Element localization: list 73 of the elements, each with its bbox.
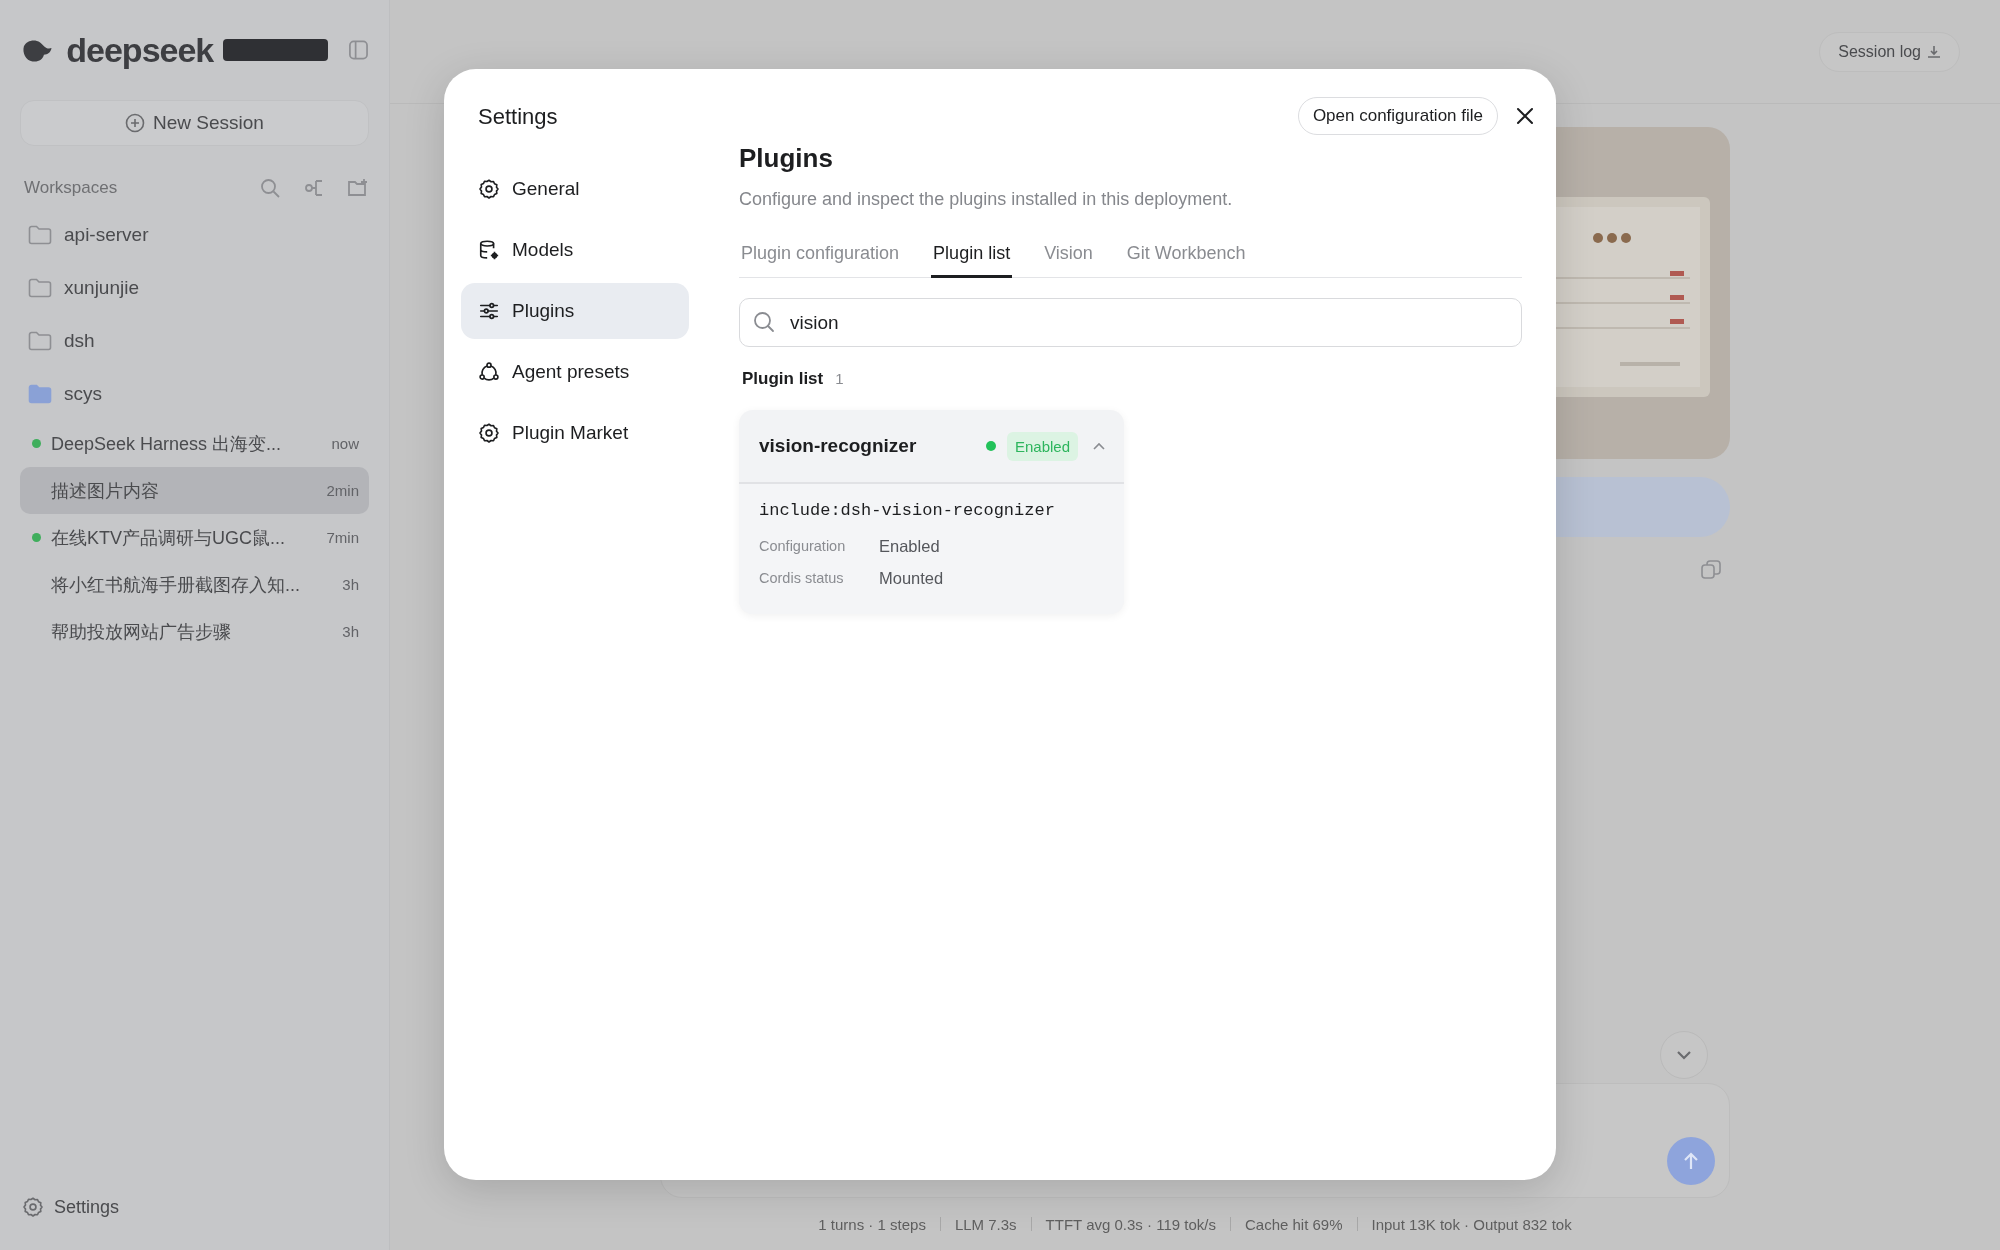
session-title: 将小红书航海手册截图存入知... xyxy=(51,573,301,597)
session-title: DeepSeek Harness 出海变... xyxy=(51,432,283,456)
detail-label: Cordis status xyxy=(759,570,845,586)
new-folder-icon[interactable] xyxy=(347,177,369,199)
session-title: 在线KTV产品调研与UGC鼠... xyxy=(51,526,286,550)
new-session-button[interactable]: New Session xyxy=(20,100,369,146)
list-count: 1 xyxy=(835,370,844,387)
status-text: 1 turns · 1 steps xyxy=(818,1215,926,1233)
nav-item[interactable]: General xyxy=(461,161,689,217)
gear-icon xyxy=(478,422,500,444)
status-badge: Enabled xyxy=(1006,431,1078,461)
session-item[interactable]: 帮助投放网站广告步骤 3h xyxy=(20,608,369,655)
section-title: Workspaces xyxy=(24,178,119,198)
detail-label: Configuration xyxy=(759,538,847,554)
chevron-down-icon xyxy=(1676,1050,1692,1060)
nav-item[interactable]: Models xyxy=(461,222,689,278)
scroll-down-button[interactable] xyxy=(1660,1031,1708,1079)
gear-icon xyxy=(478,178,500,200)
status-text: Input 13K tok · Output 832 tok xyxy=(1371,1215,1572,1233)
plus-icon xyxy=(125,113,146,133)
download-icon xyxy=(1927,44,1941,59)
session-time: 7min xyxy=(326,529,359,546)
tab[interactable]: Plugin configuration xyxy=(739,237,902,278)
session-log-button[interactable]: Session log xyxy=(1819,31,1960,72)
sliders-icon xyxy=(478,300,500,322)
nav-item[interactable]: Agent presets xyxy=(461,344,689,400)
session-item[interactable]: DeepSeek Harness 出海变... now xyxy=(20,420,369,467)
detail-value: Mounted xyxy=(879,568,944,588)
session-time: 3h xyxy=(342,623,359,640)
branch-icon[interactable] xyxy=(303,177,325,199)
settings-icon[interactable] xyxy=(22,1196,44,1218)
database-icon xyxy=(478,239,500,261)
workspace-name[interactable]: scys xyxy=(64,382,102,405)
session-item[interactable]: 将小红书航海手册截图存入知... 3h xyxy=(20,561,369,608)
close-icon[interactable] xyxy=(1514,105,1536,127)
session-item[interactable]: 在线KTV产品调研与UGC鼠... 7min xyxy=(20,514,369,561)
status-text: LLM 7.3s xyxy=(954,1215,1017,1233)
search-field[interactable]: vision xyxy=(739,298,1522,347)
plugin-source: include:dsh-vision-recognizer xyxy=(759,500,1056,522)
session-title: 帮助投放网站广告步骤 xyxy=(51,620,232,644)
workspace-name[interactable]: xunjunjie xyxy=(64,276,139,299)
session-time: 2min xyxy=(326,482,359,499)
list-title: Plugin list xyxy=(742,369,824,389)
page-title: Plugins xyxy=(739,143,834,173)
brand-name: deepseek xyxy=(66,30,214,70)
open-config-button[interactable]: Open configuration file xyxy=(1297,97,1498,135)
chevron-icon[interactable] xyxy=(1092,441,1106,451)
sidebar-toggle-icon[interactable] xyxy=(348,39,369,61)
search-icon[interactable] xyxy=(259,177,281,199)
send-button[interactable] xyxy=(1667,1137,1715,1185)
workspace-name[interactable]: api-server xyxy=(64,223,149,246)
settings-link[interactable]: Settings xyxy=(54,1196,120,1218)
session-item[interactable]: 描述图片内容 2min xyxy=(20,467,369,514)
tab[interactable]: Vision xyxy=(1042,237,1095,278)
nodes-icon xyxy=(478,361,500,383)
plugin-name: vision-recognizer xyxy=(759,435,918,457)
nav-item[interactable]: Plugins xyxy=(461,283,689,339)
session-time: now xyxy=(331,435,359,452)
status-dot xyxy=(985,441,996,451)
page-description: Configure and inspect the plugins installed in this deployment. xyxy=(739,188,1234,211)
session-time: 3h xyxy=(342,576,359,593)
status-text: Cache hit 69% xyxy=(1244,1215,1343,1233)
status-text: TTFT avg 0.3s · 119 tok/s xyxy=(1045,1215,1216,1233)
dialog-title: Settings xyxy=(478,103,559,131)
session-title: 描述图片内容 xyxy=(51,479,160,503)
search-icon xyxy=(753,311,775,333)
copy-icon[interactable] xyxy=(1700,559,1722,581)
arrow-up-icon xyxy=(1682,1151,1700,1171)
detail-value: Enabled xyxy=(879,536,940,556)
nav-item[interactable]: Plugin Market xyxy=(461,405,689,461)
workspace-name[interactable]: dsh xyxy=(64,329,95,352)
tab[interactable]: Plugin list xyxy=(931,237,1013,278)
tab[interactable]: Git Workbench xyxy=(1124,237,1248,278)
